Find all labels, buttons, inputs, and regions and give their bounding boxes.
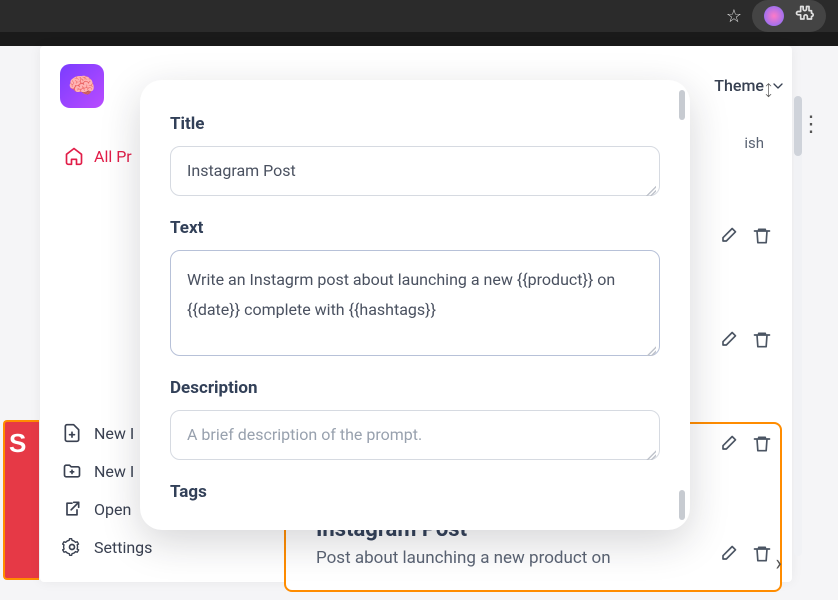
card-actions	[718, 330, 772, 354]
card-actions	[718, 434, 772, 458]
sidebar-item-label: All Pr	[94, 147, 132, 166]
bookmark-star-icon[interactable]: ☆	[726, 6, 742, 27]
sidebar-item-label: Settings	[94, 538, 152, 557]
description-label: Description	[170, 378, 660, 398]
browser-toolbar: ☆	[0, 0, 838, 32]
sidebar-item-label: Open	[94, 500, 131, 519]
chevron-right-icon[interactable]: ›	[775, 551, 782, 576]
trash-icon[interactable]	[752, 330, 772, 354]
prompt-card-subtitle: Post about launching a new product on	[316, 548, 611, 568]
tags-label: Tags	[170, 482, 660, 502]
theme-label: Theme	[714, 76, 764, 95]
text-label: Text	[170, 218, 660, 238]
edit-icon[interactable]	[718, 330, 738, 354]
card-actions	[718, 544, 772, 568]
background-red-peek: S	[3, 420, 39, 580]
trash-icon[interactable]	[752, 226, 772, 250]
extensions-puzzle-icon[interactable]	[794, 4, 814, 28]
edit-icon[interactable]	[718, 434, 738, 458]
modal-scrollbar[interactable]	[679, 90, 687, 520]
tab-strip	[0, 32, 838, 46]
sidebar-item-label: New I	[94, 462, 134, 481]
sidebar-item-label: New I	[94, 424, 134, 443]
trash-icon[interactable]	[752, 544, 772, 568]
theme-toggle[interactable]: Theme	[714, 76, 786, 95]
title-label: Title	[170, 114, 660, 134]
sidebar-item-settings[interactable]: Settings	[52, 528, 268, 566]
description-input[interactable]	[170, 410, 660, 460]
edit-icon[interactable]	[718, 226, 738, 250]
card-actions	[718, 226, 772, 250]
panel-scrollbar[interactable]	[794, 96, 802, 556]
edit-icon[interactable]	[718, 544, 738, 568]
trash-icon[interactable]	[752, 434, 772, 458]
extension-pill[interactable]	[752, 0, 826, 32]
text-input[interactable]	[170, 250, 660, 356]
kebab-menu-icon[interactable]: ⋮	[800, 112, 822, 137]
language-peek: ish	[744, 134, 764, 152]
app-logo-brain-icon: 🧠	[60, 64, 104, 108]
edit-prompt-modal: Title Text Description Tags	[140, 80, 690, 530]
title-input[interactable]	[170, 146, 660, 196]
extension-brain-icon	[764, 6, 784, 26]
